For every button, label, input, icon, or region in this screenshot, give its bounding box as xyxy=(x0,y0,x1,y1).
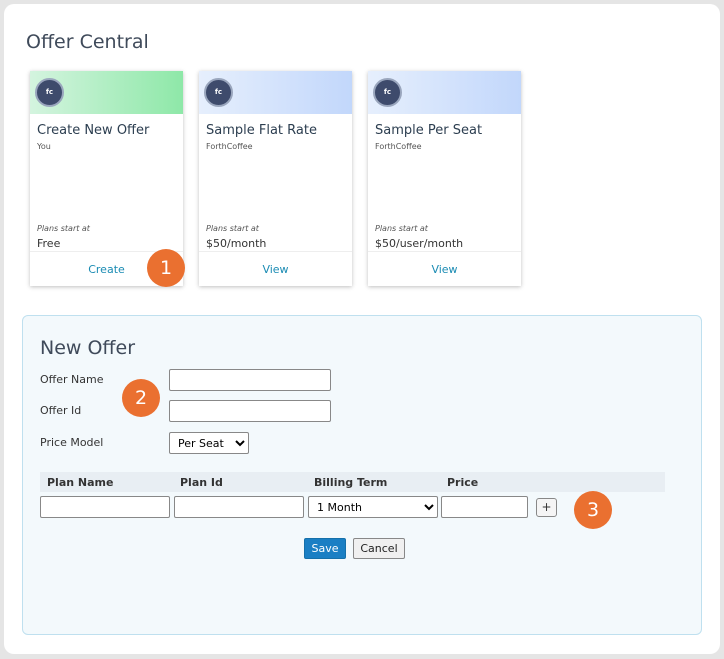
plans-price: $50/user/month xyxy=(375,237,464,250)
view-offer-link[interactable]: View xyxy=(368,251,521,286)
col-plan-name: Plan Name xyxy=(47,476,114,489)
plans-start-label: Plans start at xyxy=(206,224,259,233)
new-offer-title: New Offer xyxy=(40,337,136,359)
offer-name-label: Offer Name xyxy=(40,373,104,386)
offer-name-input[interactable] xyxy=(169,369,331,391)
card-header: fc xyxy=(30,71,183,114)
add-plan-button[interactable]: + xyxy=(536,498,557,517)
main-window: Offer Central fc Create New Offer You Pl… xyxy=(4,4,720,654)
offer-id-label: Offer Id xyxy=(40,404,82,417)
card-owner: You xyxy=(37,142,51,151)
cancel-button[interactable]: Cancel xyxy=(353,538,405,559)
card-owner: ForthCoffee xyxy=(206,142,253,151)
save-button[interactable]: Save xyxy=(304,538,346,559)
coffee-logo-icon: fc xyxy=(204,78,233,107)
plan-id-input[interactable] xyxy=(174,496,304,518)
card-title: Sample Flat Rate xyxy=(206,123,317,138)
billing-term-select[interactable]: 1 Month xyxy=(308,496,438,518)
plan-name-input[interactable] xyxy=(40,496,170,518)
coffee-logo-icon: fc xyxy=(35,78,64,107)
card-owner: ForthCoffee xyxy=(375,142,422,151)
offer-id-input[interactable] xyxy=(169,400,331,422)
new-offer-panel: New Offer Offer Name Offer Id Price Mode… xyxy=(22,315,702,635)
card-title: Sample Per Seat xyxy=(375,123,483,138)
plans-price: Free xyxy=(37,237,61,250)
col-plan-id: Plan Id xyxy=(180,476,223,489)
offer-card-per-seat: fc Sample Per Seat ForthCoffee Plans sta… xyxy=(368,71,521,286)
plans-start-label: Plans start at xyxy=(375,224,428,233)
callout-badge-3: 3 xyxy=(574,491,612,529)
plans-start-label: Plans start at xyxy=(37,224,90,233)
plans-table-header: Plan Name Plan Id Billing Term Price xyxy=(40,472,665,492)
price-model-label: Price Model xyxy=(40,436,104,449)
price-model-select[interactable]: Per Seat xyxy=(169,432,249,454)
card-title: Create New Offer xyxy=(37,123,150,138)
plans-price: $50/month xyxy=(206,237,267,250)
offer-card-flat-rate: fc Sample Flat Rate ForthCoffee Plans st… xyxy=(199,71,352,286)
callout-badge-1: 1 xyxy=(147,249,185,287)
card-header: fc xyxy=(199,71,352,114)
col-price: Price xyxy=(447,476,479,489)
page-title: Offer Central xyxy=(26,31,149,53)
coffee-logo-icon: fc xyxy=(373,78,402,107)
col-billing-term: Billing Term xyxy=(314,476,388,489)
card-header: fc xyxy=(368,71,521,114)
callout-badge-2: 2 xyxy=(122,379,160,417)
plan-price-input[interactable] xyxy=(441,496,528,518)
view-offer-link[interactable]: View xyxy=(199,251,352,286)
